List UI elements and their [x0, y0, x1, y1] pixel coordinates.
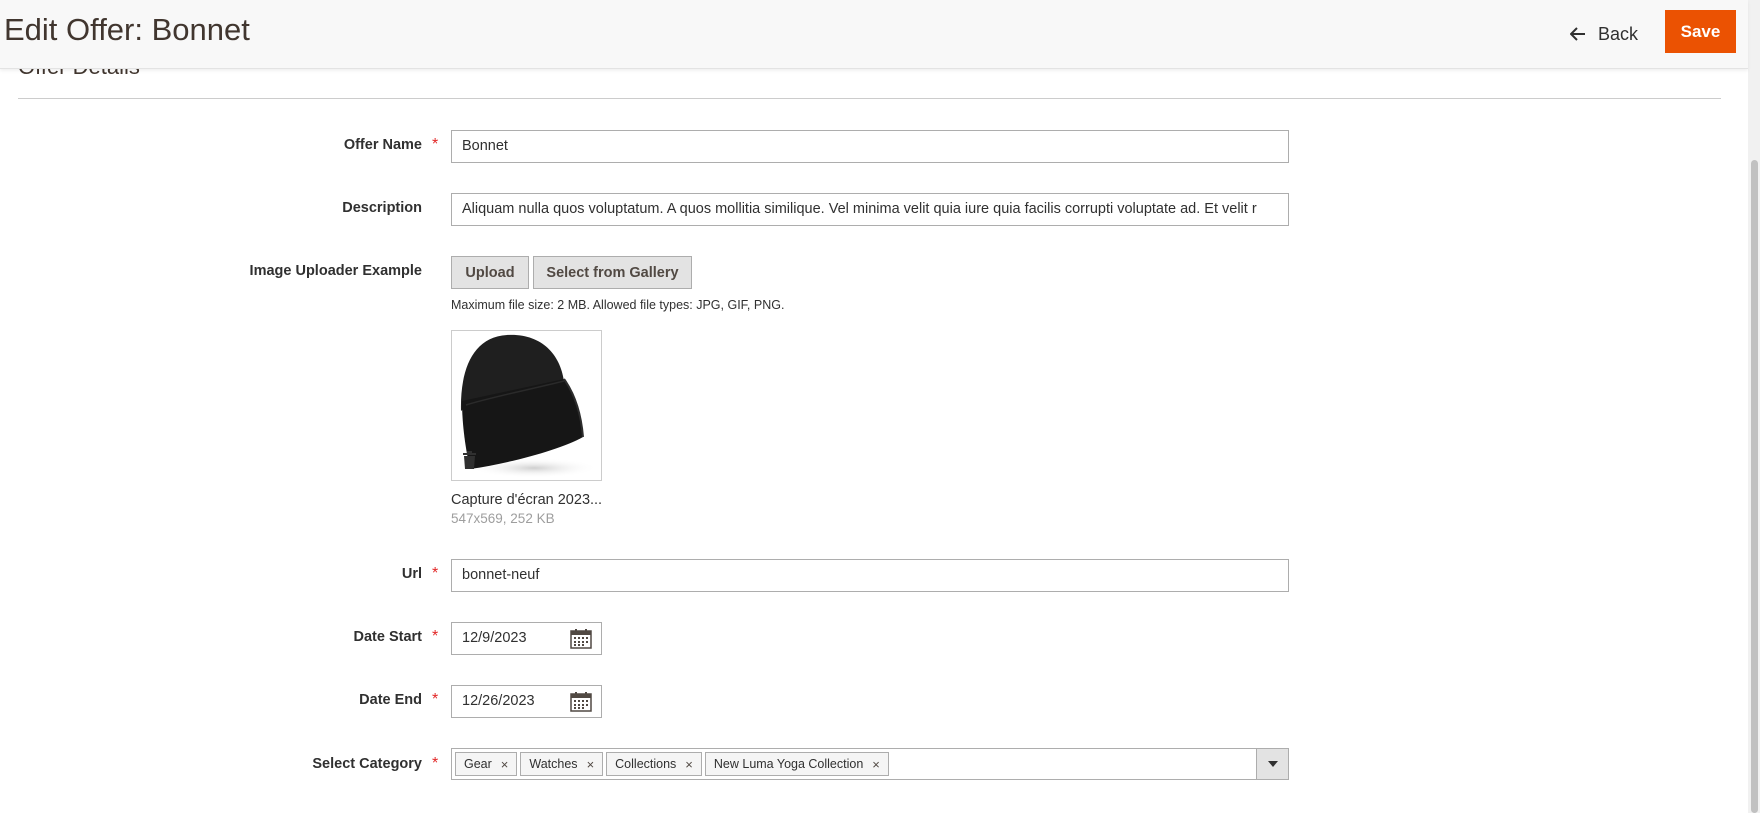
offer-name-label: Offer Name	[343, 137, 422, 153]
page-header: Edit Offer: Bonnet Back Save	[0, 0, 1748, 69]
upload-note: Maximum file size: 2 MB. Allowed file ty…	[451, 298, 785, 312]
url-input[interactable]: bonnet-neuf	[451, 559, 1289, 592]
save-button[interactable]: Save	[1665, 10, 1736, 53]
arrow-left-icon	[1570, 27, 1585, 41]
category-tag: New Luma Yoga Collection ×	[704, 752, 889, 776]
remove-tag-icon[interactable]: ×	[587, 757, 595, 772]
description-input[interactable]: Aliquam nulla quos voluptatum. A quos mo…	[451, 193, 1289, 226]
date-end-input[interactable]: 12/26/2023	[451, 685, 602, 718]
page-title: Edit Offer: Bonnet	[4, 12, 250, 47]
back-button[interactable]: Back	[1556, 14, 1652, 54]
date-start-label: Date Start	[353, 629, 423, 645]
fieldset-divider	[18, 98, 1721, 99]
remove-tag-icon[interactable]: ×	[685, 757, 693, 772]
required-mark: *	[432, 565, 439, 582]
date-end-value: 12/26/2023	[462, 693, 535, 709]
description-label: Description	[342, 200, 422, 216]
date-start-value: 12/9/2023	[462, 630, 527, 646]
select-from-gallery-button[interactable]: Select from Gallery	[533, 256, 692, 289]
remove-tag-icon[interactable]: ×	[501, 757, 509, 772]
image-uploader-label: Image Uploader Example	[249, 263, 422, 279]
remove-tag-icon[interactable]: ×	[872, 757, 880, 772]
required-mark: *	[432, 755, 439, 772]
file-meta: 547x569, 252 KB	[451, 511, 555, 526]
back-button-label: Back	[1598, 23, 1639, 44]
calendar-icon[interactable]	[570, 629, 592, 649]
category-multiselect[interactable]: Gear × Watches × Collections × New Luma …	[451, 748, 1289, 780]
trash-icon[interactable]	[462, 451, 477, 469]
category-tag-label: Collections	[615, 757, 677, 771]
category-tag: Gear ×	[455, 752, 518, 776]
select-category-label: Select Category	[312, 756, 422, 772]
required-mark: *	[432, 691, 439, 708]
offer-name-input[interactable]: Bonnet	[451, 130, 1289, 163]
scrollbar-thumb[interactable]	[1751, 160, 1758, 813]
file-name[interactable]: Capture d'écran 2023...	[451, 492, 602, 508]
calendar-icon[interactable]	[570, 692, 592, 712]
image-preview[interactable]	[451, 330, 602, 481]
dropdown-toggle-button[interactable]	[1256, 749, 1288, 779]
required-mark: *	[432, 628, 439, 645]
required-mark: *	[432, 136, 439, 153]
date-start-input[interactable]: 12/9/2023	[451, 622, 602, 655]
date-end-label: Date End	[359, 692, 422, 708]
category-tag-label: Gear	[464, 757, 492, 771]
chevron-down-icon	[1267, 761, 1278, 767]
category-tag-label: Watches	[529, 757, 578, 771]
category-tag: Collections ×	[606, 752, 702, 776]
upload-button[interactable]: Upload	[451, 256, 529, 289]
category-tag: Watches ×	[520, 752, 604, 776]
category-tag-label: New Luma Yoga Collection	[713, 757, 864, 771]
url-label: Url	[401, 566, 422, 582]
